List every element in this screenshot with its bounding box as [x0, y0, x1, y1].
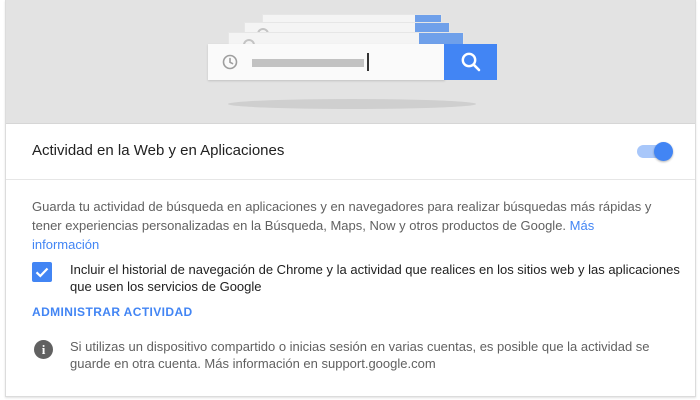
notice-text: Si utilizas un dispositivo compartido o …: [70, 339, 650, 371]
setting-title: Actividad en la Web y en Aplicaciones: [32, 142, 285, 159]
chrome-history-label: Incluir el historial de navegación de Ch…: [70, 262, 680, 294]
illustration-search-button: [444, 44, 497, 80]
illustration-search-box: [208, 44, 445, 80]
activity-card: Actividad en la Web y en Aplicaciones Gu…: [5, 0, 696, 397]
illustration-shadow: [228, 99, 476, 109]
chrome-history-checkbox[interactable]: [32, 262, 52, 282]
info-icon: i: [34, 340, 53, 359]
check-icon: [35, 267, 49, 278]
setting-header: Actividad en la Web y en Aplicaciones: [6, 124, 695, 180]
toggle-knob: [654, 142, 673, 161]
header-illustration: [6, 0, 695, 124]
illustration-query-placeholder: [252, 59, 364, 67]
settings-page: Actividad en la Web y en Aplicaciones Gu…: [0, 0, 700, 400]
manage-activity-link[interactable]: ADMINISTRAR ACTIVIDAD: [32, 305, 193, 319]
text-caret: [367, 53, 369, 71]
description-text: Guarda tu actividad de búsqueda en aplic…: [32, 199, 652, 233]
setting-description: Guarda tu actividad de búsqueda en aplic…: [32, 197, 652, 254]
clock-icon: [222, 54, 238, 70]
activity-toggle[interactable]: [635, 140, 675, 162]
search-icon: [461, 52, 480, 72]
